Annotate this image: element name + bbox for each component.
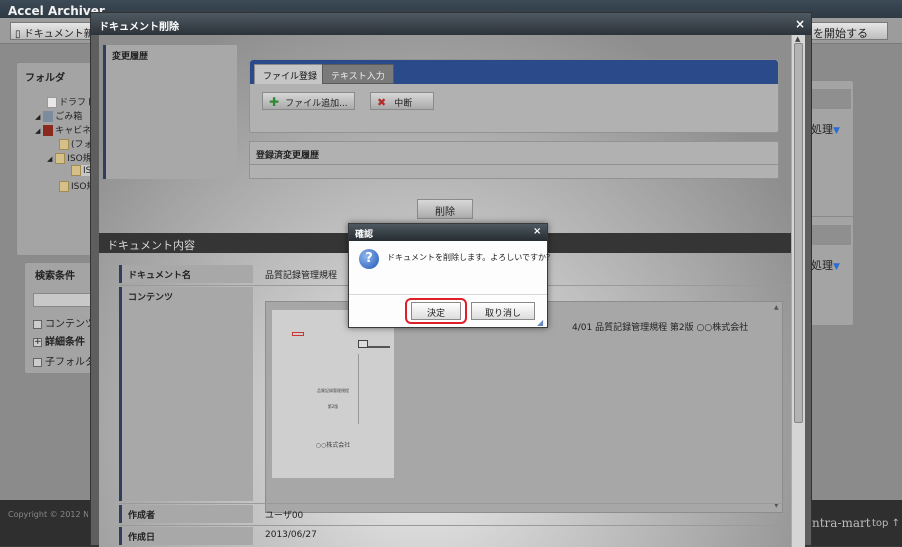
start-button[interactable]: を開始する xyxy=(808,22,888,40)
folder-icon xyxy=(71,165,81,176)
divider xyxy=(349,294,547,295)
question-icon: ? xyxy=(359,249,379,269)
confirm-title: 確認 xyxy=(355,230,374,240)
confirm-dialog: 確認 × ? ドキュメントを削除します。よろしいですか？ 決定 取り消し ◢ xyxy=(348,223,554,328)
tree-item-trash[interactable]: ◢ ごみ箱 xyxy=(35,109,82,122)
scrollbar-thumb[interactable] xyxy=(794,43,803,423)
content-checkbox-row[interactable]: コンテンツ xyxy=(33,315,95,330)
tab-text-input[interactable]: テキスト入力 xyxy=(322,64,394,84)
confirm-message: ドキュメントを削除します。よろしいですか？ xyxy=(387,253,554,262)
subfolder-checkbox-row[interactable]: 子フォルダ xyxy=(33,353,95,368)
divider xyxy=(119,525,795,526)
expand-triangle-icon: ◢ xyxy=(47,155,53,163)
dialog-close-icon[interactable]: × xyxy=(795,17,805,31)
dialog-title: ドキュメント削除 xyxy=(99,22,179,33)
change-history-label: 変更履歴 xyxy=(112,52,149,62)
folder-icon xyxy=(59,181,69,192)
folder-icon xyxy=(59,139,69,150)
top-link[interactable]: top ↑ xyxy=(872,518,900,529)
abort-button[interactable]: ✖ 中断 xyxy=(370,92,434,110)
contents-key: コンテンツ xyxy=(119,287,253,501)
divider xyxy=(250,164,778,165)
stamp-line xyxy=(368,346,390,348)
scroll-up-icon[interactable]: ▲ xyxy=(795,35,800,43)
thumbnail-title: 品質記録管理規程 xyxy=(317,388,349,393)
document-name-key: ドキュメント名 xyxy=(119,265,253,283)
author-row: 作成者 ユーザ00 xyxy=(119,505,795,525)
new-document-button[interactable]: ▯ ドキュメント新規 xyxy=(10,22,92,40)
created-key: 作成日 xyxy=(119,527,253,545)
tab-bar: ファイル登録 テキスト入力 xyxy=(250,60,778,84)
divider xyxy=(119,503,795,504)
subfolder-checkbox[interactable] xyxy=(33,357,42,367)
search-panel: 検索条件 コンテンツ + 詳細条件 子フォルダ xyxy=(24,262,95,374)
tab-file-register[interactable]: ファイル登録 xyxy=(254,64,327,84)
folder-panel-title: フォルダ xyxy=(25,73,65,84)
start-label: を開始する xyxy=(813,27,868,40)
contents-text: 4/01 品質記録管理規程 第2版 ○○株式会社 xyxy=(572,323,749,333)
resize-grip-icon[interactable]: ◢ xyxy=(537,318,543,327)
draft-icon xyxy=(47,97,57,108)
plus-icon: ✚ xyxy=(269,95,280,109)
chevron-down-icon: ▼ xyxy=(833,126,840,136)
new-document-label: ドキュメント新規 xyxy=(23,29,91,40)
registered-history-label: 登録済変更履歴 xyxy=(256,151,320,161)
tree-item-draft[interactable]: ドラフト xyxy=(47,95,95,108)
red-stamp-mark xyxy=(292,332,304,336)
change-history-section: 変更履歴 ファイル登録 テキスト入力 ✚ ファイル追加... ✖ 中断 登録済変更履… xyxy=(103,45,779,183)
copyright-text: Copyright © 2012 NTT DATA xyxy=(8,510,88,519)
dialog-titlebar[interactable]: ドキュメント削除 × xyxy=(91,13,811,35)
created-value: 2013/06/27 xyxy=(265,530,317,540)
confirm-titlebar[interactable]: 確認 × xyxy=(349,224,547,241)
registered-history-box: 登録済変更履歴 xyxy=(249,141,779,179)
contents-viewer[interactable]: 品質記録管理規程 第2版 ○○株式会社 4/01 品質記録管理規程 第2版 ○○… xyxy=(265,301,783,513)
search-panel-title: 検索条件 xyxy=(35,271,75,282)
search-input[interactable] xyxy=(33,293,93,307)
file-input-tabs: ファイル登録 テキスト入力 ✚ ファイル追加... ✖ 中断 xyxy=(249,59,779,133)
brand-logo: ntra-mart xyxy=(812,516,871,530)
thumbnail-company: ○○株式会社 xyxy=(315,442,351,449)
confirm-close-icon[interactable]: × xyxy=(533,226,541,237)
cabinet-icon xyxy=(43,125,54,136)
created-row: 作成日 2013/06/27 xyxy=(119,527,795,547)
document-icon: ▯ xyxy=(15,29,21,40)
expand-plus-icon: + xyxy=(33,336,42,347)
trash-icon xyxy=(43,111,54,122)
author-value: ユーザ00 xyxy=(265,511,304,521)
folder-icon xyxy=(55,153,66,164)
expand-triangle-icon: ◢ xyxy=(35,127,41,135)
content-checkbox[interactable] xyxy=(33,319,42,329)
chevron-down-icon: ▼ xyxy=(833,262,840,272)
document-name-value: 品質記録管理規程 xyxy=(265,271,338,281)
cross-icon: ✖ xyxy=(377,96,387,109)
author-key: 作成者 xyxy=(119,505,253,523)
add-file-button[interactable]: ✚ ファイル追加... xyxy=(262,92,355,110)
expand-triangle-icon: ◢ xyxy=(35,113,41,121)
thumbnail-edition: 第2版 xyxy=(327,404,339,409)
batch-menu-1[interactable]: 処理▼ xyxy=(811,121,840,137)
cancel-button[interactable]: 取り消し xyxy=(471,302,535,320)
folder-panel: フォルダ ドラフト ◢ ごみ箱 ◢ キャビネット (フォルダ) ◢ ISO規程 … xyxy=(16,62,114,256)
detail-condition-toggle[interactable]: + 詳細条件 xyxy=(33,333,85,348)
dialog-scrollbar[interactable]: ▲ xyxy=(791,35,805,547)
delete-button[interactable]: 削除 xyxy=(417,199,473,219)
document-thumbnail[interactable]: 品質記録管理規程 第2版 ○○株式会社 xyxy=(272,310,394,478)
ok-button[interactable]: 決定 xyxy=(411,302,461,320)
stamp-box xyxy=(358,340,368,348)
document-content-title: ドキュメント内容 xyxy=(107,239,195,252)
change-history-label-cell: 変更履歴 xyxy=(103,45,237,179)
scroll-up-icon[interactable]: ▲ xyxy=(774,304,779,311)
batch-menu-2[interactable]: 処理▼ xyxy=(811,257,840,273)
